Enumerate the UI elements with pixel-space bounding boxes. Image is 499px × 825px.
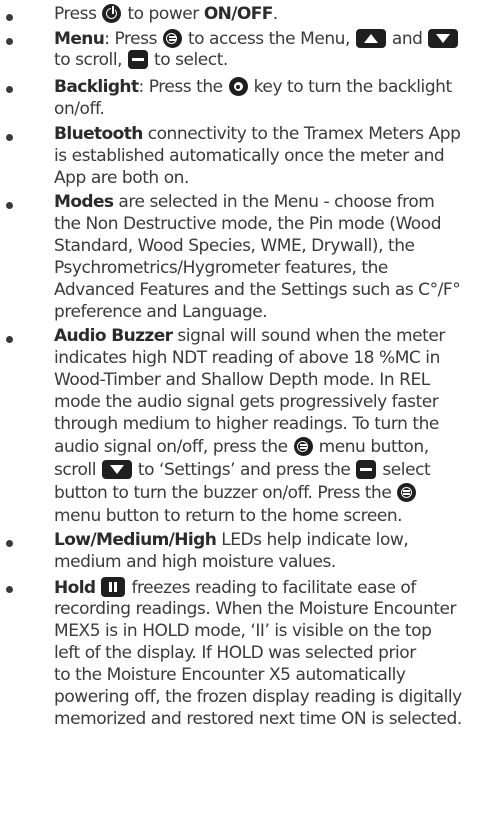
bullet [6,586,13,593]
text: Press [54,4,97,24]
text: MEX5 is in HOLD mode, ‘II’ is visible on… [54,621,432,641]
bullet [6,38,13,45]
text: Standard, Wood Species, WME, Drywall), t… [54,236,415,256]
text: are selected in the Menu - choose from [118,192,435,212]
text: through medium to higher readings. To tu… [54,414,439,434]
manual-page: Press to power ON/OFF. Menu: Press to ac… [0,0,499,825]
hold-label: Hold [54,578,96,598]
text: button to turn the buzzer on/off. Press … [54,483,392,503]
up-arrow-icon [355,29,386,48]
select-icon [128,50,149,69]
text: to the Moisture Encounter X5 automatical… [54,665,406,685]
text: : Press [104,29,157,49]
menu-icon [293,437,313,456]
text: freezes reading to facilitate ease of [131,578,416,598]
text: Wood-Timber and Shallow Depth mode. In R… [54,370,430,390]
text: connectivity to the Tramex Meters App [147,124,461,144]
power-on-off-label: ON/OFF [203,4,274,24]
menu-icon [162,29,182,48]
text: on/off. [54,99,105,119]
text: indicates high NDT reading of above 18 %… [54,348,440,368]
down-arrow-icon [428,29,459,48]
text: App are both on. [54,168,189,188]
bluetooth-label: Bluetooth [54,124,143,144]
power-icon [102,4,122,23]
text: LEDs help indicate low, [221,530,409,550]
text: : Press the [138,77,223,97]
backlight-icon [228,77,248,96]
bullet [6,134,13,141]
text: . [272,4,278,24]
text: powering off, the frozen display reading… [54,687,462,707]
modes-label: Modes [54,192,114,212]
text: and [391,29,423,49]
text: to scroll, [54,50,123,70]
text: to select. [153,50,228,70]
text: select [382,460,431,480]
text: Psychrometrics/Hygrometer features, the [54,258,388,278]
text: preference and Language. [54,302,268,322]
text: left of the display. If HOLD was selecte… [54,643,416,663]
text: menu button, [318,437,430,457]
text: to access the Menu, [187,29,350,49]
text: memorized and restored next time ON is s… [54,709,462,729]
down-arrow-icon [101,460,132,479]
text: the Non Destructive mode, the Pin mode (… [54,214,442,234]
text: menu button to return to the home screen… [54,506,403,526]
menu-label: Menu [54,29,105,49]
menu-icon [397,483,417,502]
text: is established automatically once the me… [54,146,445,166]
text: to power [127,4,199,24]
select-icon [356,460,377,479]
text: signal will sound when the meter [177,326,445,346]
text: scroll [54,460,96,480]
text: mode the audio signal gets progressively… [54,392,439,412]
bullet [6,540,13,547]
text: to ‘Settings’ and press the [137,460,351,480]
bullet [6,202,13,209]
bullet [6,86,13,93]
backlight-label: Backlight [54,77,139,97]
text: Advanced Features and the Settings such … [54,280,461,300]
text: key to turn the backlight [253,77,453,97]
bullet [6,336,13,343]
text: audio signal on/off, press the [54,437,288,457]
text: recording readings. When the Moisture En… [54,599,457,619]
audio-buzzer-label: Audio Buzzer [54,326,173,346]
leds-label: Low/Medium/High [54,530,217,550]
hold-icon [101,577,126,597]
bullet [6,14,13,21]
text: medium and high moisture values. [54,552,336,572]
